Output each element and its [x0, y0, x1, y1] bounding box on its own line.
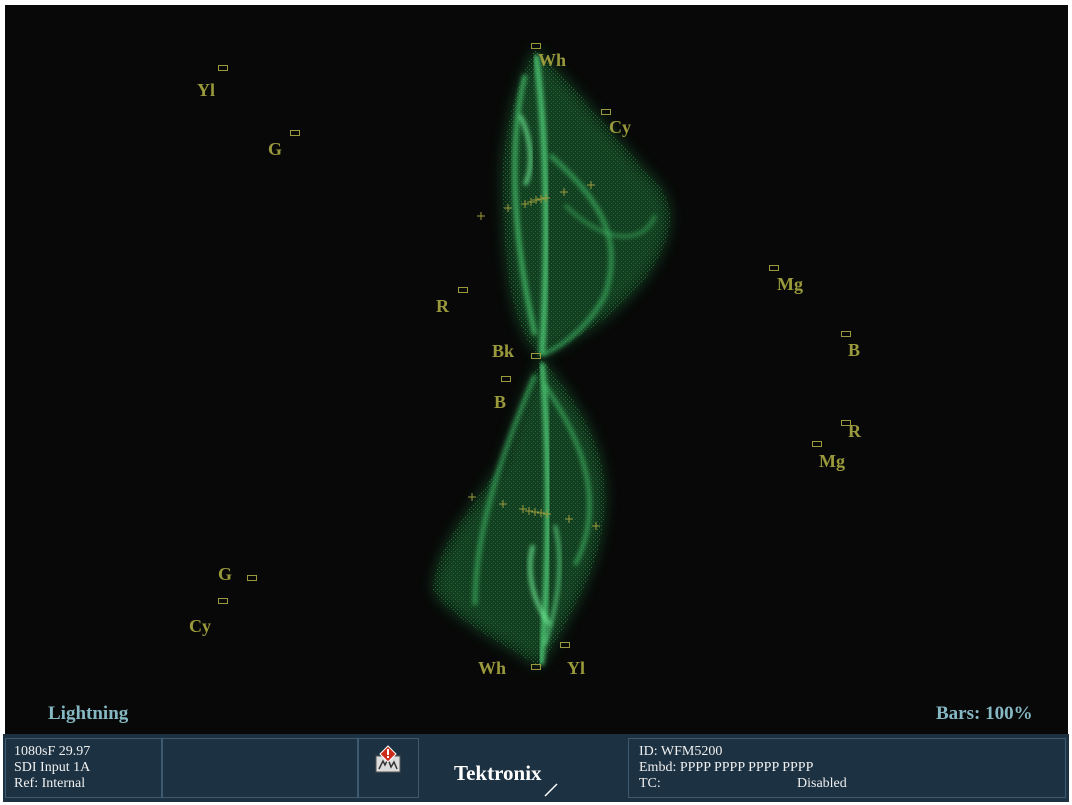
instrument-info-pane: ID: WFM5200 Embd: PPPP PPPP PPPP PPPP TC… — [628, 738, 1066, 798]
target-box-upper-yl — [218, 65, 228, 71]
target-box-upper-wh — [531, 43, 541, 49]
input-status-pane: 1080sF 29.97 SDI Input 1A Ref: Internal — [5, 738, 162, 798]
alarm-warning-icon[interactable] — [374, 745, 402, 773]
embedded-audio-status: Embd: PPPP PPPP PPPP PPPP — [639, 760, 814, 775]
target-box-upper-cy — [601, 109, 611, 115]
target-box-lower-g — [247, 575, 257, 581]
target-label-bk: Bk — [492, 341, 515, 361]
timecode-label: TC: — [639, 776, 661, 791]
target-label-upper-mg: Mg — [777, 274, 803, 294]
target-label-lower-wh: Wh — [478, 658, 507, 678]
target-box-upper-mg — [769, 265, 779, 271]
target-label-upper-g: G — [268, 139, 283, 159]
target-box-upper-r — [458, 287, 468, 293]
target-label-lower-yl: Yl — [567, 658, 585, 678]
target-label-upper-yl: Yl — [197, 80, 215, 100]
target-label-upper-wh: Wh — [538, 50, 567, 70]
input-source: SDI Input 1A — [14, 760, 91, 775]
target-label-lower-mg: Mg — [819, 451, 845, 471]
timecode-value: Disabled — [797, 776, 847, 791]
blank-status-pane — [162, 738, 358, 798]
lightning-display: Wh Cy Yl G R Mg B Bk B R Mg G Cy Wh Yl L… — [5, 5, 1068, 734]
target-label-lower-b: B — [494, 392, 507, 412]
reference-source: Ref: Internal — [14, 776, 86, 791]
video-format: 1080sF 29.97 — [14, 744, 91, 759]
target-box-upper-b — [841, 331, 851, 337]
instrument-id: ID: WFM5200 — [639, 744, 723, 759]
target-box-lower-cy — [218, 598, 228, 604]
display-mode-label: Lightning — [48, 703, 129, 724]
trace-upper-lobe — [502, 49, 671, 358]
trace-lower-lobe — [433, 359, 606, 667]
target-label-upper-cy: Cy — [609, 117, 631, 137]
target-box-lower-yl — [560, 642, 570, 648]
target-box-upper-g — [290, 130, 300, 136]
target-label-lower-g: G — [218, 564, 233, 584]
target-box-lower-b — [501, 376, 511, 382]
timecode-row: TC: Disabled — [639, 776, 1065, 792]
tektronix-logo: Tektronix — [454, 761, 542, 785]
alarm-pane[interactable] — [358, 738, 419, 798]
target-label-upper-b: B — [848, 340, 861, 360]
target-box-bk — [531, 353, 541, 359]
status-bar: 1080sF 29.97 SDI Input 1A Ref: Internal … — [3, 734, 1069, 802]
target-label-lower-r: R — [848, 421, 861, 441]
lightning-trace — [433, 49, 671, 667]
bars-level-label: Bars: 100% — [936, 703, 1033, 724]
target-label-upper-r: R — [436, 296, 449, 316]
target-box-lower-wh — [531, 664, 541, 670]
logo-swoosh-icon — [544, 783, 558, 797]
target-label-lower-cy: Cy — [189, 616, 211, 636]
target-box-lower-mg — [812, 441, 822, 447]
